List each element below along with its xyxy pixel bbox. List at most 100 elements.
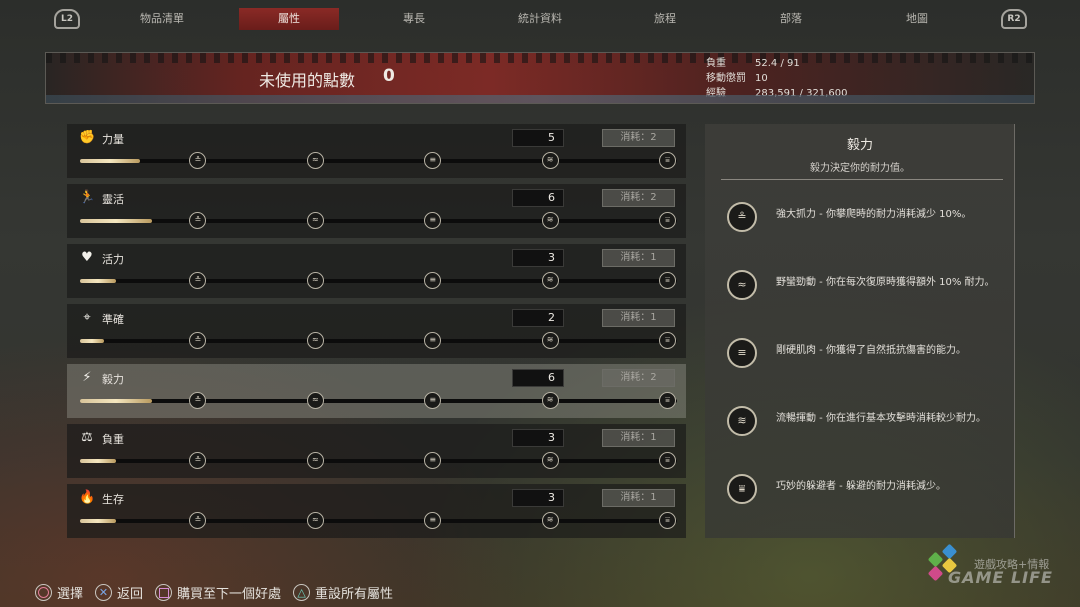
perk-text: 巧妙的躲避者 - 躲避的耐力消耗減少。: [776, 481, 946, 492]
attribute-progress-fill: [80, 459, 116, 463]
attribute-cost-button[interactable]: 消耗：1: [602, 309, 675, 327]
hint-label: 重設所有屬性: [315, 587, 394, 602]
attribute-name: 負重: [102, 433, 124, 446]
lightning-icon: ⚡: [82, 370, 92, 385]
tab-inventory[interactable]: 物品清單: [112, 8, 212, 30]
hint-label: 選擇: [57, 587, 84, 602]
tab-attributes[interactable]: 屬性: [239, 8, 339, 30]
perk-node-icon: ≗: [189, 332, 207, 349]
attribute-value: 6: [512, 189, 564, 207]
attribute-name: 準確: [102, 313, 124, 326]
perk-node-icon: ≡: [424, 452, 442, 469]
perk-node-icon: ≡: [424, 152, 442, 169]
stat-movement-penalty: 移動懲罰 10: [706, 71, 847, 86]
attribute-row[interactable]: ⚡ 毅力 6 消耗：2 ≗ ≈ ≡ ≋ ⩸: [67, 364, 686, 418]
perk-node-icon: ⩸: [659, 272, 676, 289]
perk-text: 剛硬肌肉 - 你獲得了自然抵抗傷害的能力。: [776, 345, 966, 356]
character-stats: 負重 52.4 / 91 移動懲罰 10 經驗 283,591 / 321,60…: [706, 56, 847, 101]
button-hints: 選擇 ✕ 返回 購買至下一個好處 △ 重設所有屬性: [35, 583, 405, 602]
attribute-list: ✊ 力量 5 消耗：2 ≗ ≈ ≡ ≋ ⩸ 🏃 靈活 6 消耗：2 ≗ ≈ ≡ ≋ ⩸ ♥ 活力 3 消耗：1 ≗ ≈ ≡ ≋ ⩸ ⌖…: [67, 124, 686, 539]
perk-node-icon: ≈: [306, 392, 324, 409]
attribute-name: 生存: [102, 493, 124, 506]
perk-node-icon: ≡: [424, 272, 442, 289]
attribute-cost-button[interactable]: 消耗：1: [602, 429, 675, 447]
hint-select[interactable]: 選擇: [35, 583, 83, 602]
perk-node-icon: ⩸: [659, 392, 676, 409]
perk-node-icon: ≡: [424, 332, 442, 349]
attribute-row[interactable]: 🏃 靈活 6 消耗：2 ≗ ≈ ≡ ≋ ⩸: [67, 184, 686, 238]
l2-shoulder-icon[interactable]: L2: [54, 9, 80, 29]
attribute-progress-track: ≗ ≈ ≡ ≋ ⩸: [80, 332, 677, 349]
r2-shoulder-icon[interactable]: R2: [1001, 9, 1027, 29]
attribute-progress-track: ≗ ≈ ≡ ≋ ⩸: [80, 512, 677, 529]
perk-node-icon: ≋: [541, 332, 559, 349]
perk-tier2-icon: ≈: [727, 270, 757, 300]
attribute-value: 5: [512, 129, 564, 147]
perk-text: 流暢揮動 - 你在進行基本攻擊時消耗較少耐力。: [776, 413, 986, 424]
perk-tier5-icon: ⩸: [727, 474, 757, 504]
header-banner: 未使用的點數 0 負重 52.4 / 91 移動懲罰 10 經驗 283,591…: [45, 52, 1035, 104]
tab-journey[interactable]: 旅程: [615, 8, 715, 30]
attribute-value: 2: [512, 309, 564, 327]
hint-label: 返回: [117, 587, 144, 602]
attribute-cost-button[interactable]: 消耗：2: [602, 129, 675, 147]
stat-encumbrance: 負重 52.4 / 91: [706, 56, 847, 71]
fist-icon: ✊: [79, 130, 96, 145]
stat-value: 283,591 / 321,600: [755, 88, 848, 99]
attribute-progress-track: ≗ ≈ ≡ ≋ ⩸: [80, 152, 677, 169]
attribute-progress-track: ≗ ≈ ≡ ≋ ⩸: [80, 392, 677, 409]
gamelife-watermark: 遊戲攻略+情報 GAME LIFE: [920, 540, 1070, 590]
perk-tier3-icon: ≡: [727, 338, 757, 368]
tab-feats[interactable]: 專長: [364, 8, 464, 30]
attribute-value: 3: [512, 429, 564, 447]
attribute-name: 力量: [102, 133, 124, 146]
attribute-row[interactable]: ✊ 力量 5 消耗：2 ≗ ≈ ≡ ≋ ⩸: [67, 124, 686, 178]
attribute-row[interactable]: ⌖ 準確 2 消耗：1 ≗ ≈ ≡ ≋ ⩸: [67, 304, 686, 358]
stat-label: 移動懲罰: [706, 73, 746, 84]
attribute-row[interactable]: 🔥 生存 3 消耗：1 ≗ ≈ ≡ ≋ ⩸: [67, 484, 686, 538]
triangle-button-icon: △: [293, 584, 311, 601]
stat-value: 10: [755, 73, 768, 84]
attribute-value: 6: [512, 369, 564, 387]
tab-statistics[interactable]: 統計資料: [490, 8, 590, 30]
attribute-progress-track: ≗ ≈ ≡ ≋ ⩸: [80, 272, 677, 289]
attribute-cost-button[interactable]: 消耗：2: [602, 189, 675, 207]
attribute-name: 活力: [102, 253, 124, 266]
description-title: 毅力: [846, 138, 873, 153]
attribute-progress-fill: [80, 399, 152, 403]
attribute-cost-button[interactable]: 消耗：1: [602, 489, 675, 507]
attribute-progress-fill: [80, 519, 116, 523]
attribute-row[interactable]: ♥ 活力 3 消耗：1 ≗ ≈ ≡ ≋ ⩸: [67, 244, 686, 298]
perk-node-icon: ≗: [189, 452, 207, 469]
stat-experience: 經驗 283,591 / 321,600: [706, 86, 847, 101]
perk-node-icon: ≈: [306, 272, 324, 289]
perk-node-icon: ≡: [424, 392, 442, 409]
watermark-logo-icon: [941, 543, 958, 560]
stat-label: 經驗: [706, 88, 726, 99]
heart-icon: ♥: [81, 250, 93, 265]
perk-node-icon: ≋: [541, 452, 559, 469]
perk-node-icon: ≋: [541, 272, 559, 289]
perk-tier4-icon: ≋: [727, 406, 757, 436]
attribute-cost-button[interactable]: 消耗：1: [602, 249, 675, 267]
attribute-progress-track: ≗ ≈ ≡ ≋ ⩸: [80, 212, 677, 229]
description-subtitle: 毅力決定你的耐力值。: [810, 163, 910, 174]
attribute-progress-fill: [80, 159, 140, 163]
perk-node-icon: ≗: [189, 212, 207, 229]
attribute-cost-button[interactable]: 消耗：2: [602, 369, 675, 387]
hint-buy-next-perk[interactable]: 購買至下一個好處: [155, 583, 281, 602]
tab-clan[interactable]: 部落: [741, 8, 841, 30]
perk-node-icon: ≋: [541, 152, 559, 169]
tab-map[interactable]: 地圖: [867, 8, 967, 30]
crosshair-icon: ⌖: [83, 310, 91, 325]
hint-label: 購買至下一個好處: [177, 587, 282, 602]
perk-node-icon: ≈: [306, 152, 324, 169]
unused-points-value: 0: [383, 66, 395, 86]
perk-node-icon: ≗: [189, 152, 207, 169]
hint-reset-attributes[interactable]: △ 重設所有屬性: [293, 583, 393, 602]
attribute-progress-fill: [80, 279, 116, 283]
stat-value: 52.4 / 91: [755, 58, 800, 69]
stat-label: 負重: [706, 58, 726, 69]
attribute-row[interactable]: ⚖ 負重 3 消耗：1 ≗ ≈ ≡ ≋ ⩸: [67, 424, 686, 478]
hint-back[interactable]: ✕ 返回: [95, 583, 143, 602]
